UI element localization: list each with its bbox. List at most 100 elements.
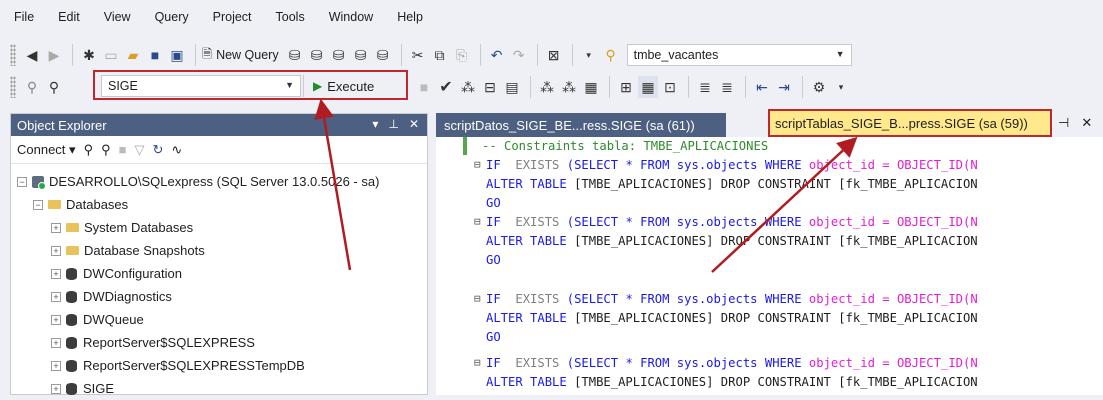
save-icon[interactable]: ■	[145, 44, 165, 66]
separator	[688, 76, 689, 98]
live-stats-icon[interactable]: ⁂	[559, 76, 579, 98]
tree-node-dwdiagnostics[interactable]: + DWDiagnostics	[11, 285, 427, 308]
database-engine-query-icon[interactable]: ⛁	[285, 44, 305, 66]
uncomment-icon[interactable]: ≣	[717, 76, 737, 98]
collapse-icon[interactable]: ⊟	[474, 292, 481, 305]
expand-icon[interactable]: +	[51, 314, 61, 325]
chevron-down-icon[interactable]: ▼	[836, 49, 845, 59]
filter-icon[interactable]: ▽	[134, 142, 144, 158]
pin-icon[interactable]: ⊣	[1058, 115, 1069, 131]
new-project-icon[interactable]: ✱	[79, 44, 99, 66]
tree-node-server[interactable]: − DESARROLLO\SQLexpress (SQL Server 13.0…	[11, 170, 427, 193]
analysis-services-dmx-icon[interactable]: ⛁	[329, 44, 349, 66]
analysis-services-xmla-icon[interactable]: ⛁	[351, 44, 371, 66]
menu-file[interactable]: File	[14, 10, 34, 24]
expand-icon[interactable]: +	[51, 291, 61, 302]
menu-project[interactable]: Project	[213, 10, 252, 24]
activity-monitor-icon[interactable]: ∿	[171, 142, 182, 158]
close-icon[interactable]: ✕	[409, 117, 419, 131]
menu-window[interactable]: Window	[329, 10, 373, 24]
results-to-text-icon[interactable]: ⊞	[616, 76, 636, 98]
separator	[400, 44, 402, 66]
chevron-down-icon[interactable]: ▼	[285, 80, 294, 90]
specify-values-icon[interactable]: ▤	[502, 76, 522, 98]
analysis-services-mdx-icon[interactable]: ⛁	[307, 44, 327, 66]
forward-icon[interactable]: ▶	[44, 44, 64, 66]
add-item-icon[interactable]: ▭	[101, 44, 121, 66]
collapse-icon[interactable]: ⊟	[474, 215, 481, 228]
tree-node-databases[interactable]: − Databases	[11, 193, 427, 216]
toolbar-grip[interactable]	[10, 76, 16, 98]
cut-icon[interactable]: ✂	[408, 44, 428, 66]
expand-icon[interactable]: +	[51, 360, 61, 371]
open-folder-icon[interactable]: ▰	[123, 44, 143, 66]
new-query-button[interactable]: 🗎 New Query	[202, 45, 279, 66]
tree-node-reportserver[interactable]: + ReportServer$SQLEXPRESS	[11, 331, 427, 354]
change-connection-icon[interactable]: ⚲	[44, 76, 64, 98]
pin-icon[interactable]: ⊥	[388, 117, 398, 131]
menu-tools[interactable]: Tools	[276, 10, 305, 24]
client-stats-icon[interactable]: ▦	[581, 76, 601, 98]
estimated-plan-icon[interactable]: ⁂	[458, 76, 478, 98]
tree-node-dwconfiguration[interactable]: + DWConfiguration	[11, 262, 427, 285]
activity-monitor-icon[interactable]: ⊠	[544, 44, 564, 66]
expand-icon[interactable]: +	[51, 222, 61, 233]
collapse-icon[interactable]: ⊟	[474, 158, 481, 171]
toolbar-overflow-icon[interactable]: ▾	[831, 76, 851, 98]
tree-node-reportserver-tempdb[interactable]: + ReportServer$SQLEXPRESSTempDB	[11, 354, 427, 377]
parse-icon[interactable]: ✔	[436, 76, 456, 98]
find-icon[interactable]: ⚲	[601, 44, 621, 66]
execute-button[interactable]: ▶ Execute	[309, 75, 378, 97]
collapse-icon[interactable]: −	[17, 176, 27, 187]
object-explorer-title: Object Explorer	[17, 117, 107, 133]
object-explorer-header: Object Explorer ▾ ⊥ ✕	[11, 114, 427, 136]
increase-indent-icon[interactable]: ⇥	[774, 76, 794, 98]
menu-edit[interactable]: Edit	[58, 10, 80, 24]
connect-icon[interactable]: ⚲	[22, 76, 42, 98]
undo-icon[interactable]: ↶	[487, 44, 507, 66]
expand-icon[interactable]: +	[51, 383, 61, 394]
connect-dropdown-button[interactable]: Connect ▾	[17, 142, 76, 158]
comment-out-icon[interactable]: ≣	[695, 76, 715, 98]
database-icon	[66, 382, 77, 395]
tab-script-tablas[interactable]: scriptTablas_SIGE_B...press.SIGE (sa (59…	[768, 109, 1052, 137]
save-all-icon[interactable]: ▣	[167, 44, 187, 66]
tree-node-dwqueue[interactable]: + DWQueue	[11, 308, 427, 331]
dropdown-icon[interactable]: ▾	[579, 44, 599, 66]
panel-menu-icon[interactable]: ▾	[372, 117, 378, 131]
expand-icon[interactable]: +	[51, 268, 61, 279]
tree-node-sige[interactable]: + SIGE	[11, 377, 427, 400]
collapse-icon[interactable]: −	[33, 199, 43, 210]
analysis-services-dax-icon[interactable]: ⛁	[373, 44, 393, 66]
stop-icon[interactable]: ■	[414, 76, 434, 98]
close-icon[interactable]: ✕	[1081, 115, 1092, 131]
decrease-indent-icon[interactable]: ⇤	[752, 76, 772, 98]
available-databases-combo[interactable]: SIGE ▼	[101, 75, 301, 97]
paste-icon[interactable]: ⎘	[452, 44, 472, 66]
refresh-icon[interactable]: ↻	[152, 142, 163, 158]
menu-query[interactable]: Query	[155, 10, 189, 24]
expand-icon[interactable]: +	[51, 337, 61, 348]
toolbar-grip[interactable]	[10, 44, 16, 66]
tree-node-label: System Databases	[84, 220, 194, 235]
connect-icon[interactable]: ⚲	[84, 142, 94, 158]
redo-icon[interactable]: ↷	[509, 44, 529, 66]
back-icon[interactable]: ◀	[22, 44, 42, 66]
menu-view[interactable]: View	[104, 10, 131, 24]
specify-template-icon[interactable]: ⚙	[809, 76, 829, 98]
results-to-grid-icon[interactable]: ▦	[638, 76, 658, 98]
find-combo[interactable]: tmbe_vacantes ▼	[626, 44, 852, 66]
include-plan-icon[interactable]: ⁂	[537, 76, 557, 98]
copy-icon[interactable]: ⧉	[430, 44, 450, 66]
query-designer-icon[interactable]: ⊟	[480, 76, 500, 98]
menu-help[interactable]: Help	[397, 10, 423, 24]
query-editor[interactable]: -- Constraints tabla: TMBE_APLICACIONES …	[436, 137, 1103, 395]
tree-node-system-databases[interactable]: + System Databases	[11, 216, 427, 239]
results-to-file-icon[interactable]: ⊡	[660, 76, 680, 98]
tree-node-database-snapshots[interactable]: + Database Snapshots	[11, 239, 427, 262]
expand-icon[interactable]: +	[51, 245, 61, 256]
stop-icon[interactable]: ■	[119, 142, 127, 157]
tab-script-datos[interactable]: scriptDatos_SIGE_BE...ress.SIGE (sa (61)…	[436, 113, 726, 137]
collapse-icon[interactable]: ⊟	[474, 356, 481, 369]
disconnect-icon[interactable]: ⚲	[101, 142, 111, 158]
